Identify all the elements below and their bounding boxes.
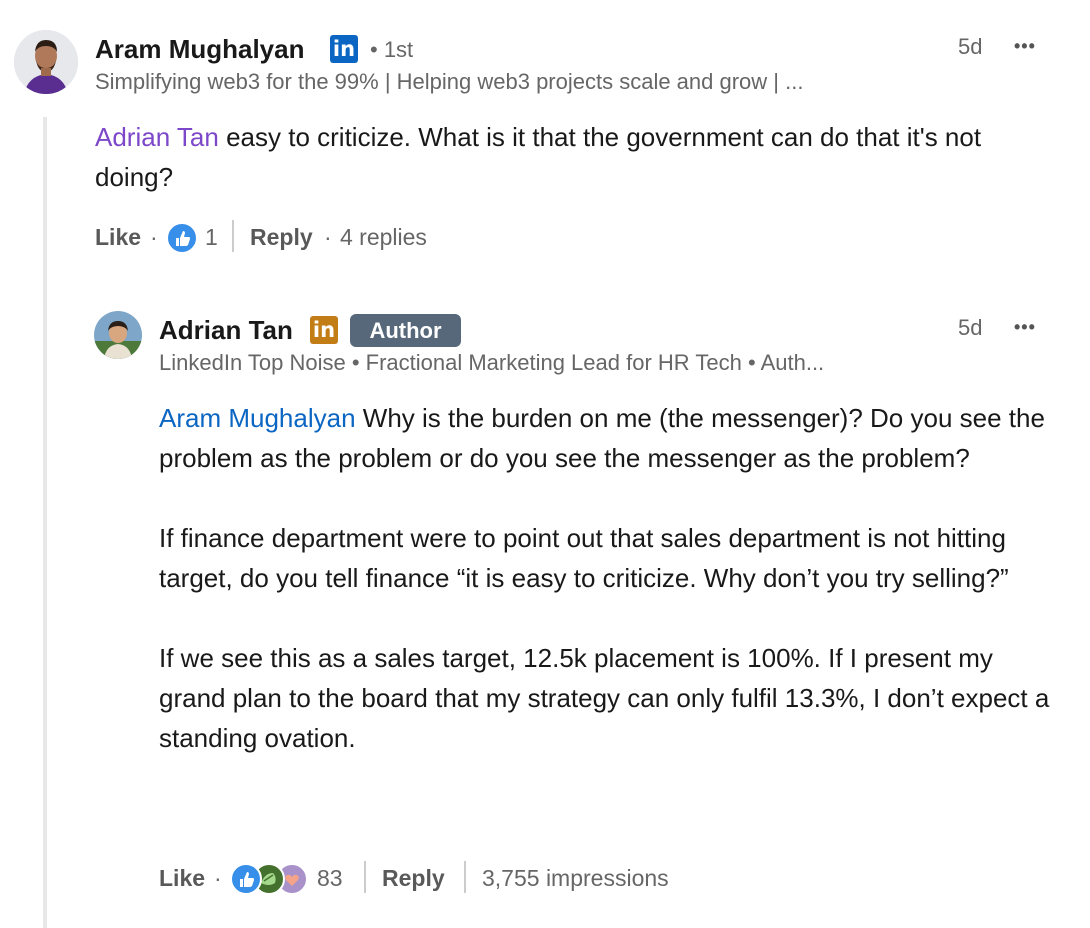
linkedin-icon: in [310,316,338,344]
like-button[interactable]: Like [95,222,141,252]
reply-paragraph-3: If we see this as a sales target, 12.5k … [159,643,1050,753]
separator-dot: · [214,865,222,891]
reaction-count[interactable]: 83 [317,863,343,893]
reply-timestamp: 5d [958,315,983,340]
replies-link[interactable]: 4 replies [340,222,427,252]
reply-body: Aram Mughalyan Why is the burden on me (… [159,398,1064,758]
thread-line [43,117,47,928]
reply-button[interactable]: Reply [250,222,313,252]
comment-author-name[interactable]: Aram Mughalyan [95,33,305,65]
impressions-count: 3,755 impressions [482,865,669,891]
mention-link[interactable]: Adrian Tan [95,122,219,152]
action-divider [232,220,234,252]
reaction-count[interactable]: 1 [205,222,218,252]
more-options-icon[interactable]: ••• [1014,314,1036,340]
comment-timestamp: 5d [958,34,983,59]
action-divider [364,861,366,893]
like-icon [230,863,262,895]
linkedin-icon: in [330,35,358,63]
separator-dot: · [150,224,158,250]
more-options-icon[interactable]: ••• [1014,33,1036,59]
author-badge: Author [350,314,461,347]
comment-body: Adrian Tan easy to criticize. What is it… [95,117,1060,197]
reply-paragraph-1: Aram Mughalyan Why is the burden on me (… [159,398,1064,478]
separator-dot: · [324,224,332,250]
like-icon [166,222,198,254]
reply-author-name[interactable]: Adrian Tan [159,314,293,346]
comment-text: easy to criticize. What is it that the g… [95,122,982,192]
action-divider [464,861,466,893]
comment-author-headline: Simplifying web3 for the 99% | Helping w… [95,69,804,94]
connection-degree: • 1st [370,37,414,62]
like-button[interactable]: Like [159,863,205,893]
reply-paragraph-2: If finance department were to point out … [159,523,1009,593]
mention-link[interactable]: Aram Mughalyan [159,403,356,433]
avatar[interactable] [94,311,142,359]
reply-author-headline: LinkedIn Top Noise • Fractional Marketin… [159,350,825,375]
reply-button[interactable]: Reply [382,863,445,893]
avatar[interactable] [14,30,78,94]
